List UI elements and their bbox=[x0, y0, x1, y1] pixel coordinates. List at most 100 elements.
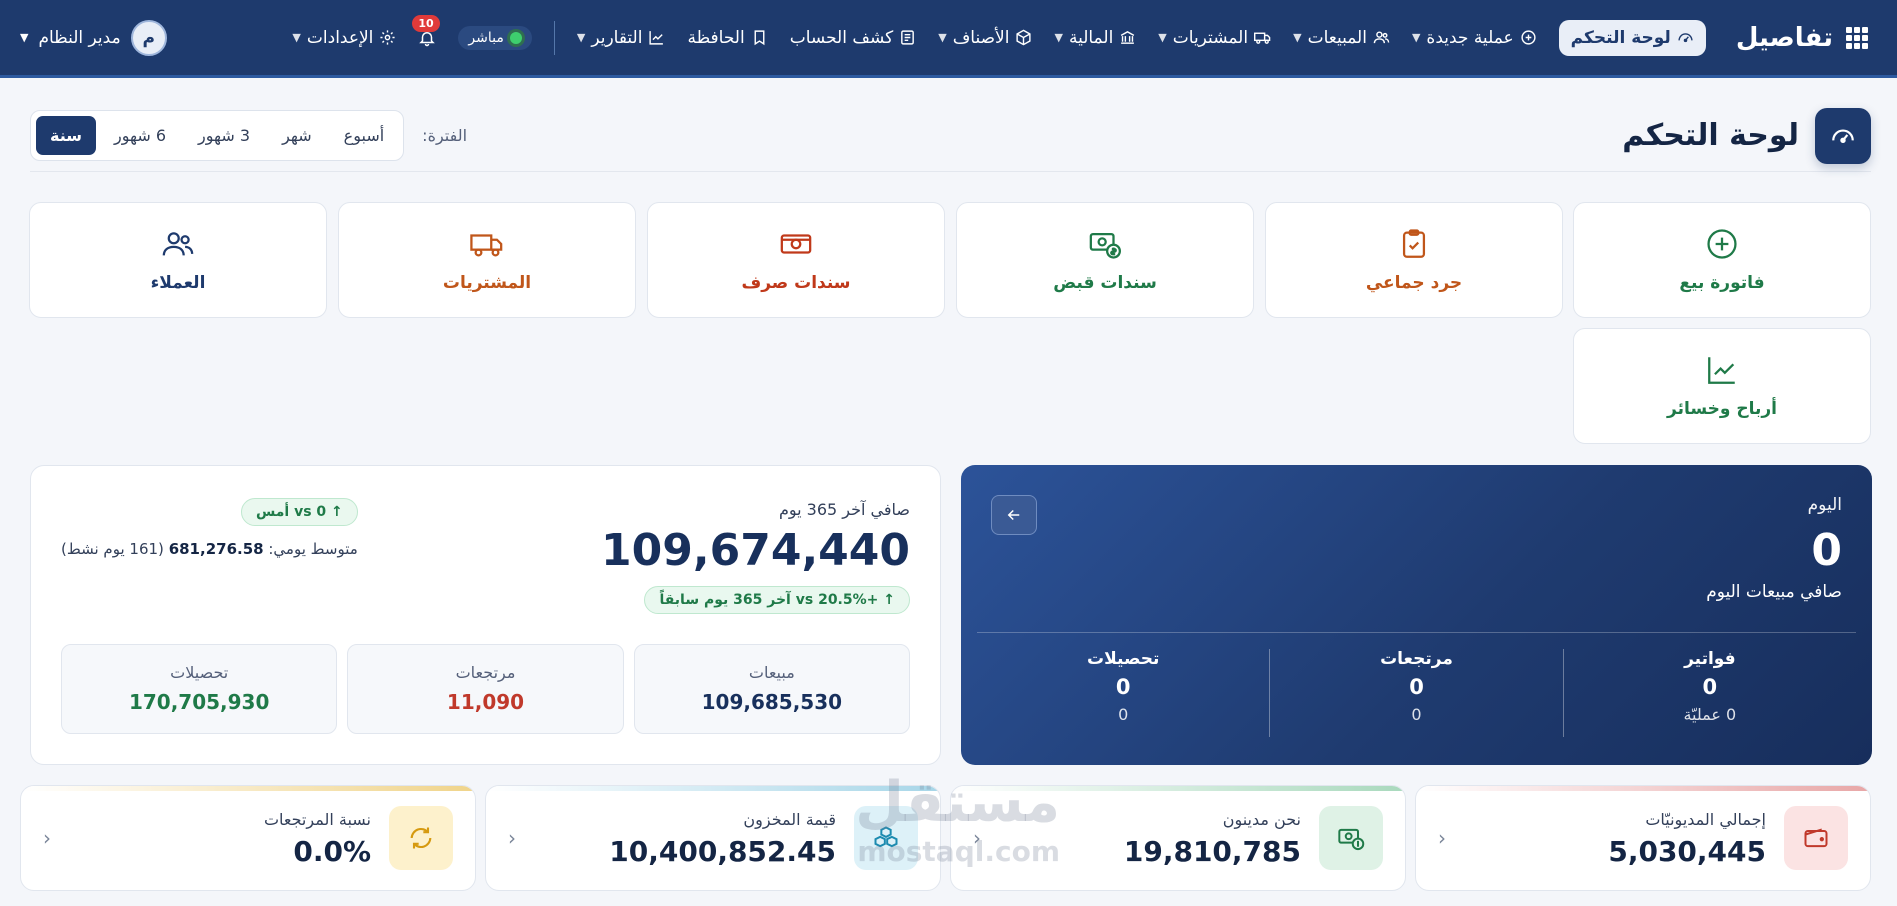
quick-action-profit-loss[interactable]: أرباح وخسائر bbox=[1573, 328, 1871, 444]
nav-item-finance[interactable]: المالية ▼ bbox=[1054, 28, 1136, 48]
avatar: م bbox=[130, 19, 167, 56]
nav-item-sales[interactable]: المبيعات ▼ bbox=[1293, 28, 1390, 48]
chevron-left-icon: ‹ bbox=[43, 826, 51, 850]
truck-icon bbox=[470, 227, 504, 261]
summary-label: صافي آخر 365 يوم bbox=[778, 500, 910, 519]
notifications-button[interactable]: 10 bbox=[412, 14, 440, 47]
nav-item-settings[interactable]: الإعدادات ▼ bbox=[292, 28, 396, 48]
nav-item-dashboard[interactable]: لوحة التحكم bbox=[1558, 19, 1706, 56]
quick-action-payment-vouchers[interactable]: سندات صرف bbox=[647, 202, 945, 318]
summary-value: 109,674,440 bbox=[601, 525, 910, 576]
kpi-returns-ratio[interactable]: نسبة المرتجعات 0.0% ‹ bbox=[20, 785, 476, 891]
kpi-text: قيمة المخزون 10,400,852.45 bbox=[609, 810, 836, 868]
today-net-sales: 0 bbox=[1811, 525, 1842, 576]
today-title: اليوم bbox=[1807, 495, 1842, 515]
vs-yesterday-text: 0 vs أمس bbox=[255, 504, 327, 520]
title-wrap: لوحة التحكم bbox=[1622, 107, 1871, 164]
apps-grid-icon bbox=[1845, 26, 1869, 50]
notifications-badge: 10 bbox=[412, 14, 440, 32]
nav-item-label: الأصناف bbox=[952, 27, 1010, 48]
tab-month[interactable]: شهر bbox=[268, 116, 326, 155]
quick-action-sales-invoice[interactable]: فاتورة بيع bbox=[1573, 202, 1871, 318]
mini-stat-collections: تحصيلات 170,705,930 bbox=[61, 644, 338, 734]
nav-item-label: لوحة التحكم bbox=[1570, 27, 1671, 48]
quick-action-purchases[interactable]: المشتريات bbox=[338, 202, 636, 318]
live-label: مباشر bbox=[468, 29, 504, 46]
plus-circle-icon bbox=[1520, 29, 1537, 46]
brand-name: تفاصيل bbox=[1735, 22, 1833, 53]
tab-6-months[interactable]: 6 شهور bbox=[100, 116, 180, 155]
mini-stat-returns: مرتجعات 11,090 bbox=[347, 644, 624, 734]
kpi-label: نسبة المرتجعات bbox=[263, 810, 371, 829]
today-card: اليوم 0 صافي مبيعات اليوم فواتير 0 0 عمل… bbox=[961, 465, 1872, 765]
kpi-total-debts[interactable]: إجمالي المديونيّات 5,030,445 ‹ bbox=[1415, 785, 1871, 891]
summary-breakdown: مبيعات 109,685,530 مرتجعات 11,090 تحصيلا… bbox=[61, 644, 910, 734]
quick-action-customers[interactable]: العملاء bbox=[29, 202, 327, 318]
nav-item-purchases[interactable]: المشتريات ▼ bbox=[1158, 28, 1271, 48]
kpi-value: 0.0% bbox=[293, 835, 371, 868]
kpi-accent-bar bbox=[486, 786, 940, 791]
nav-menu: لوحة التحكم عملية جديدة ▼ المبيعات ▼ الم… bbox=[167, 14, 1706, 56]
chevron-down-icon: ▼ bbox=[1293, 31, 1302, 44]
nav-item-label: الحافظة bbox=[687, 27, 745, 48]
nav-item-label: عملية جديدة bbox=[1426, 27, 1514, 48]
chevron-down-icon: ▼ bbox=[20, 31, 29, 44]
stat-sub: 0 bbox=[1118, 705, 1129, 724]
quick-action-bulk-inventory[interactable]: جرد جماعي bbox=[1265, 202, 1563, 318]
nav-item-label: الإعدادات bbox=[306, 27, 374, 48]
kpi-accent-bar bbox=[21, 786, 475, 791]
growth-badge: ↑ +20.5% vs آخر 365 يوم سابقاً bbox=[644, 586, 910, 614]
user-menu[interactable]: م مدير النظام ▼ bbox=[20, 19, 167, 56]
nav-item-account-statement[interactable]: كشف الحساب bbox=[790, 28, 917, 48]
today-stat-invoices: فواتير 0 0 عمليّة bbox=[1562, 649, 1856, 737]
stat-label: مرتجعات bbox=[1380, 649, 1453, 669]
vs-yesterday-badge: ↑ 0 vs أمس bbox=[240, 498, 358, 526]
nav-item-label: كشف الحساب bbox=[789, 27, 894, 48]
kpi-inventory-value[interactable]: قيمة المخزون 10,400,852.45 ‹ bbox=[485, 785, 941, 891]
chevron-down-icon: ▼ bbox=[292, 31, 301, 44]
tab-year[interactable]: سنة bbox=[36, 116, 96, 155]
mini-value: 11,090 bbox=[446, 690, 525, 714]
nav-item-reports[interactable]: التقارير ▼ bbox=[577, 28, 666, 48]
kpi-value: 5,030,445 bbox=[1608, 835, 1766, 868]
chevron-left-icon: ‹ bbox=[508, 826, 516, 850]
page-header: لوحة التحكم الفترة: أسبوع شهر 3 شهور 6 ش… bbox=[30, 100, 1871, 172]
bank-icon bbox=[1119, 29, 1136, 46]
avg-label: متوسط يومي: bbox=[268, 540, 358, 558]
kpi-value: 10,400,852.45 bbox=[609, 835, 836, 868]
mini-value: 170,705,930 bbox=[128, 690, 270, 714]
refresh-icon bbox=[389, 806, 453, 870]
chevron-down-icon: ▼ bbox=[938, 31, 947, 44]
gauge-icon bbox=[1815, 107, 1871, 164]
daily-average: متوسط يومي: 681,276.58 (161 يوم نشط) bbox=[61, 540, 358, 558]
quick-action-receipt-vouchers[interactable]: سندات قبض bbox=[956, 202, 1254, 318]
nav-item-new-operation[interactable]: عملية جديدة ▼ bbox=[1412, 28, 1537, 48]
today-stats: فواتير 0 0 عمليّة مرتجعات 0 0 تحصيلات 0 … bbox=[977, 632, 1856, 737]
box-icon bbox=[1015, 29, 1032, 46]
kpi-text: إجمالي المديونيّات 5,030,445 bbox=[1608, 810, 1766, 868]
brand[interactable]: تفاصيل bbox=[1736, 23, 1869, 53]
mini-value: 109,685,530 bbox=[701, 690, 843, 714]
kpi-text: نحن مدينون 19,810,785 bbox=[1124, 810, 1301, 868]
kpi-label: نحن مدينون bbox=[1222, 810, 1301, 829]
today-stat-returns: مرتجعات 0 0 bbox=[1269, 649, 1562, 737]
page-title: لوحة التحكم bbox=[1622, 118, 1799, 153]
chevron-down-icon: ▼ bbox=[1158, 31, 1167, 44]
kpi-we-owe[interactable]: نحن مدينون 19,810,785 ‹ bbox=[950, 785, 1406, 891]
nav-item-label: المبيعات bbox=[1307, 27, 1367, 48]
stat-sub: 0 عمليّة bbox=[1683, 705, 1737, 724]
summary-side: ↑ 0 vs أمس متوسط يومي: 681,276.58 (161 ي… bbox=[61, 498, 358, 558]
chevron-left-icon: ‹ bbox=[973, 826, 981, 850]
today-subtitle: صافي مبيعات اليوم bbox=[1706, 582, 1842, 602]
tab-week[interactable]: أسبوع bbox=[330, 116, 399, 155]
chevron-left-icon: ‹ bbox=[1438, 826, 1446, 850]
summary-main: صافي آخر 365 يوم 109,674,440 ↑ +20.5% vs… bbox=[601, 500, 910, 614]
chart-line-icon bbox=[648, 29, 665, 46]
tab-3-months[interactable]: 3 شهور bbox=[184, 116, 264, 155]
nav-item-items[interactable]: الأصناف ▼ bbox=[938, 28, 1032, 48]
kpi-label: قيمة المخزون bbox=[743, 810, 836, 829]
nav-item-portfolio[interactable]: الحافظة bbox=[687, 28, 767, 48]
period-filter: الفترة: أسبوع شهر 3 شهور 6 شهور سنة bbox=[30, 110, 467, 161]
chevron-down-icon: ▼ bbox=[576, 31, 586, 44]
stat-value: 0 bbox=[1115, 675, 1131, 699]
